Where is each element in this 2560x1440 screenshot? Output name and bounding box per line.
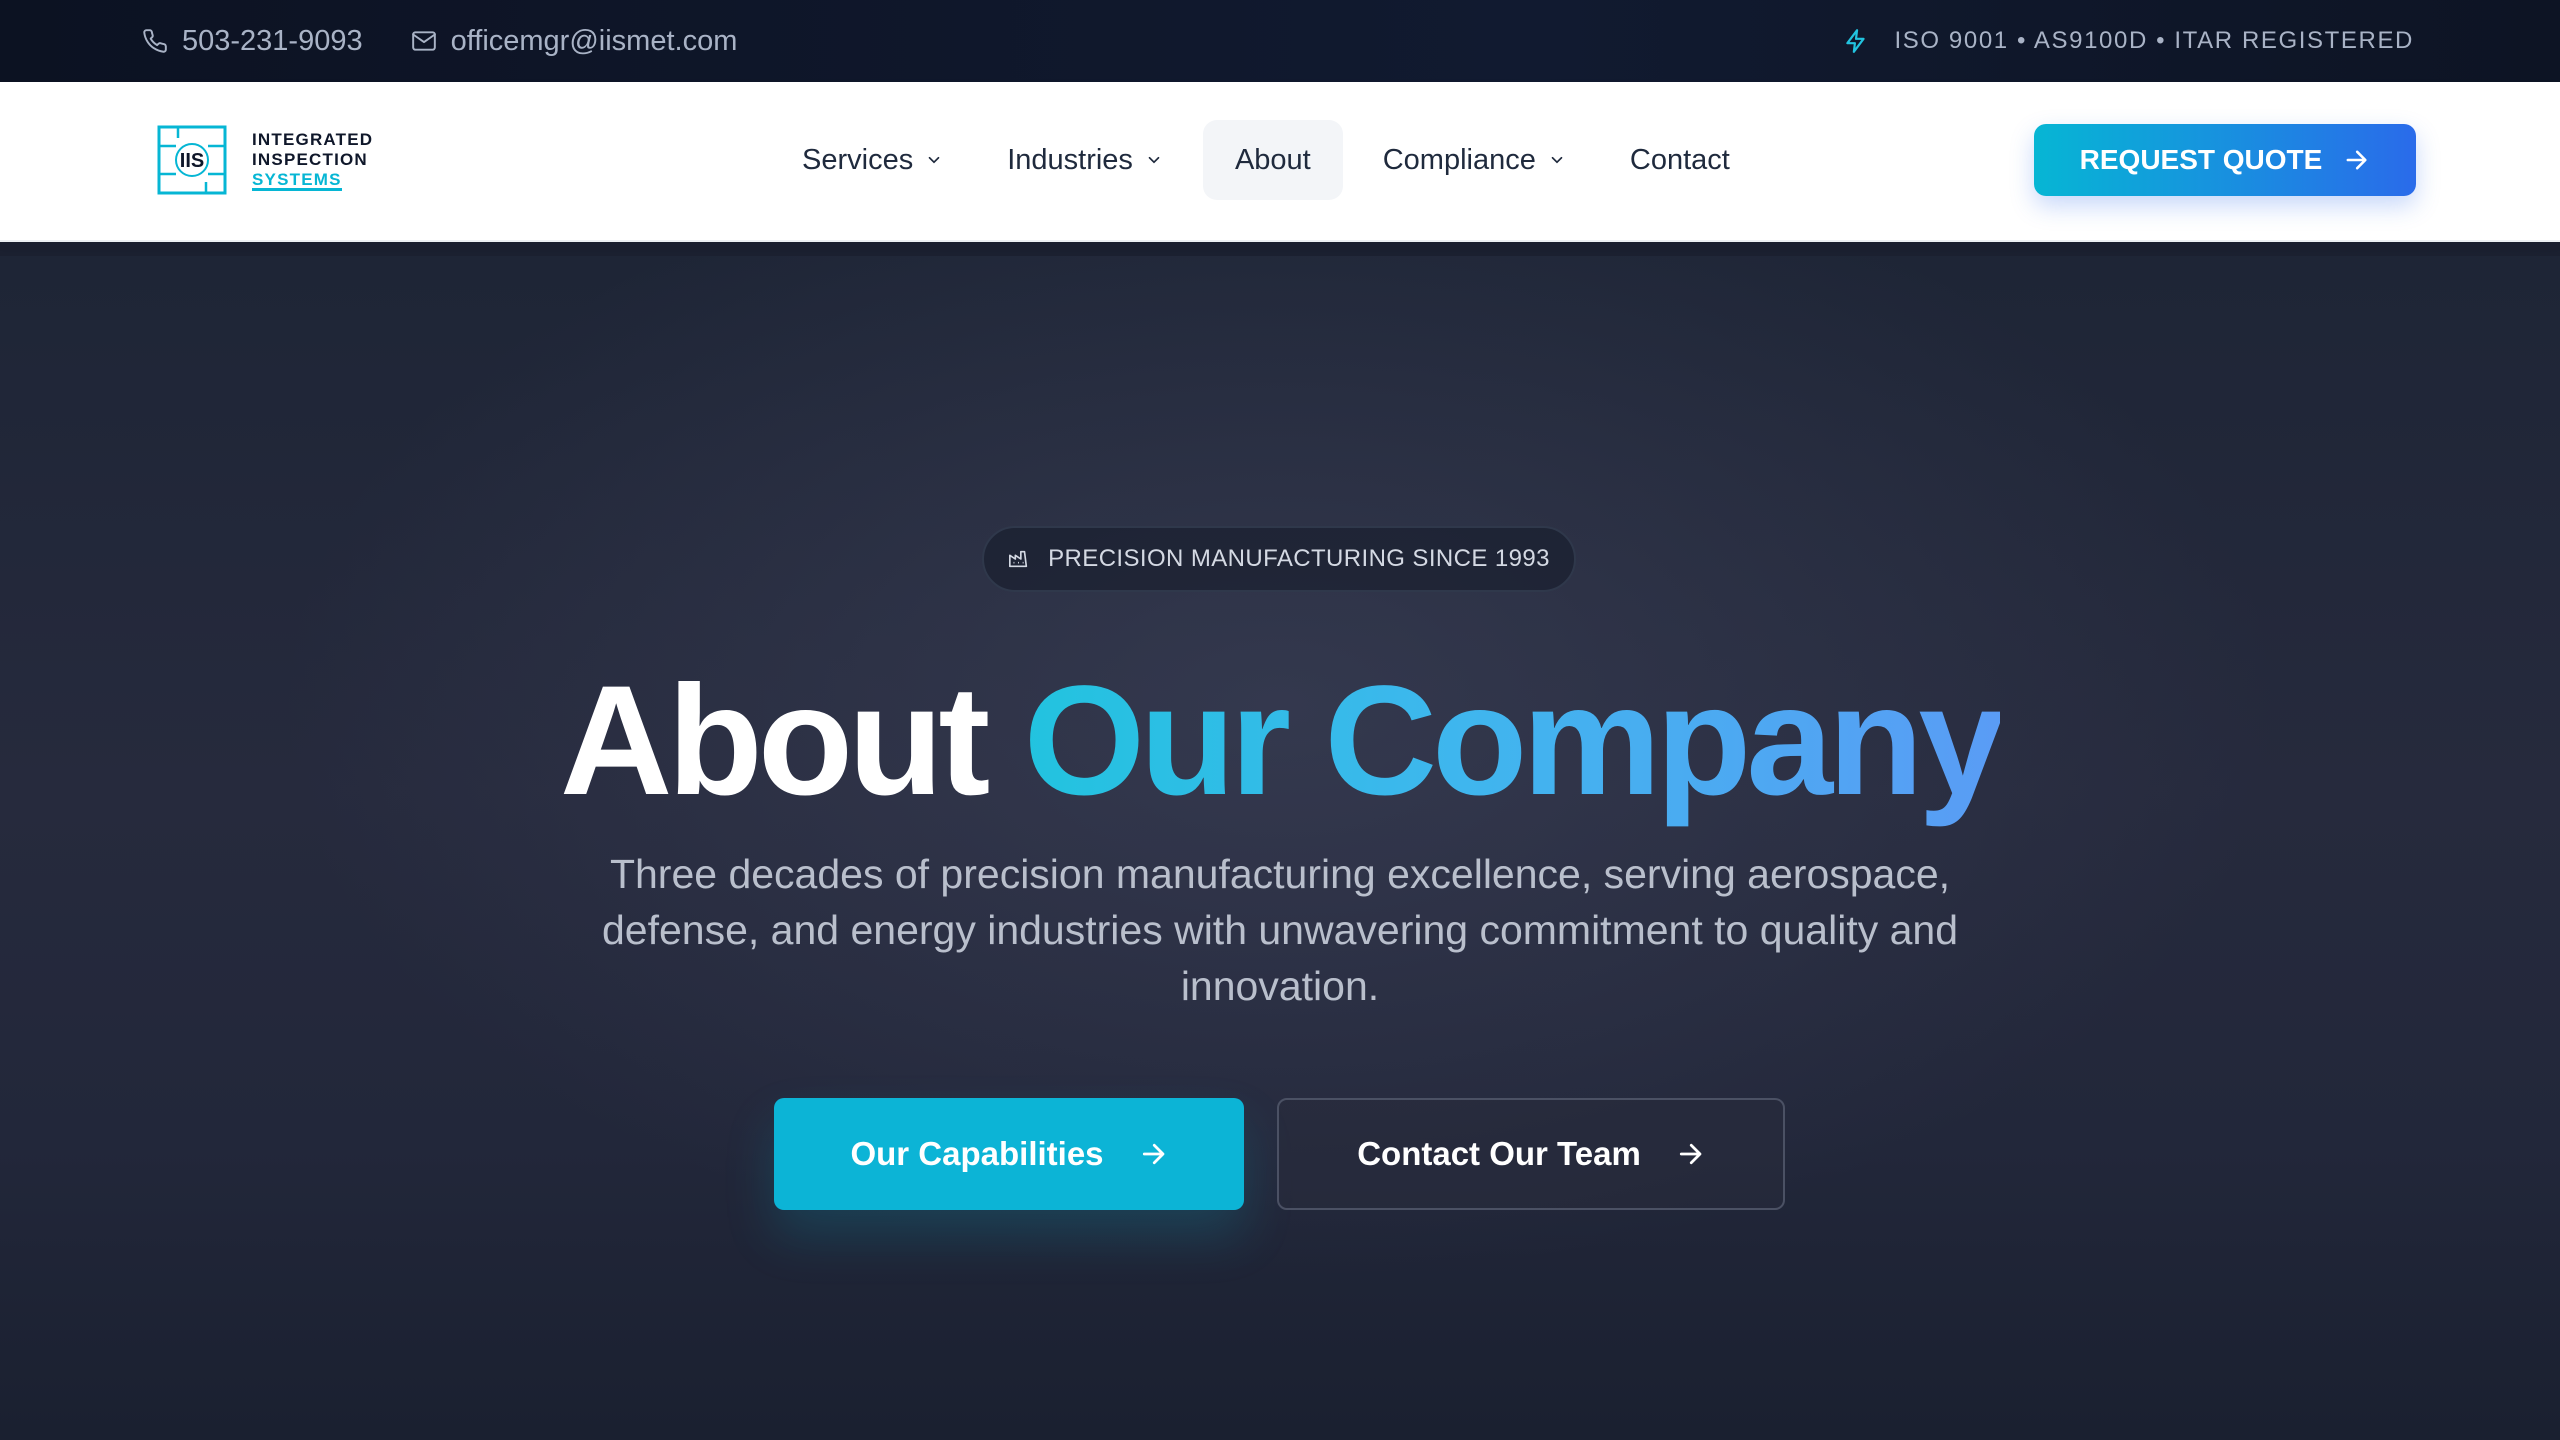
email-link[interactable]: officemgr@iismet.com: [411, 24, 738, 58]
mail-icon: [411, 31, 436, 51]
hero-section: PRECISION MANUFACTURING SINCE 1993 About…: [0, 256, 2560, 1440]
request-quote-label: REQUEST QUOTE: [2079, 144, 2323, 175]
nav-label-services: Services: [802, 143, 914, 176]
hero-title-gradient: Our Company: [1023, 654, 2005, 828]
request-quote-button[interactable]: REQUEST QUOTE: [2034, 124, 2416, 196]
hero-subtitle: Three decades of precision manufacturing…: [601, 851, 1959, 1009]
logo-line-2: INSPECTION: [252, 149, 368, 169]
nav-item-about[interactable]: About: [1202, 120, 1343, 200]
logo-mark-text: IIS: [180, 150, 204, 172]
our-capabilities-label: Our Capabilities: [850, 1135, 1104, 1172]
logo-line-3: SYSTEMS: [252, 169, 342, 191]
factory-icon: [1009, 550, 1028, 568]
chevron-down-icon: [928, 156, 940, 164]
lightning-icon: [1845, 29, 1865, 53]
phone-number: 503-231-9093: [182, 24, 363, 57]
chevron-down-icon: [1551, 156, 1563, 164]
main-navbar: IIS INTEGRATED INSPECTION SYSTEMS Servic…: [0, 82, 2560, 242]
nav-label-compliance: Compliance: [1382, 143, 1536, 176]
hero-badge-text: PRECISION MANUFACTURING SINCE 1993: [1048, 545, 1550, 572]
hero-title: About Our Company: [0, 646, 2560, 836]
phone-link[interactable]: 503-231-9093: [142, 25, 363, 58]
nav-label-about: About: [1234, 143, 1311, 176]
logo-line-1: INTEGRATED: [252, 129, 374, 149]
our-capabilities-button[interactable]: Our Capabilities: [774, 1098, 1244, 1210]
hero-title-white: About: [559, 654, 990, 828]
arrow-right-icon: [2346, 150, 2367, 170]
hero-badge: PRECISION MANUFACTURING SINCE 1993: [982, 526, 1576, 592]
top-info-bar: 503-231-9093 officemgr@iismet.com ISO 90…: [0, 0, 2560, 82]
phone-icon: [143, 29, 167, 53]
nav-item-compliance[interactable]: Compliance: [1351, 120, 1598, 200]
nav-menu: Services Industries About Compliance Con…: [770, 120, 1762, 200]
certifications: ISO 9001 • AS9100D • ITAR REGISTERED: [1843, 0, 2414, 82]
arrow-right-icon: [1142, 1143, 1164, 1165]
logo-wordmark: INTEGRATED INSPECTION SYSTEMS: [252, 130, 373, 191]
contact-info: 503-231-9093 officemgr@iismet.com: [142, 0, 785, 82]
certifications-text: ISO 9001 • AS9100D • ITAR REGISTERED: [1894, 27, 2414, 54]
chevron-down-icon: [1148, 156, 1160, 164]
email-address: officemgr@iismet.com: [450, 24, 738, 57]
nav-item-contact[interactable]: Contact: [1598, 120, 1762, 200]
contact-our-team-label: Contact Our Team: [1357, 1135, 1641, 1172]
nav-label-industries: Industries: [1007, 143, 1133, 176]
logo-mark-icon: IIS: [157, 125, 227, 195]
nav-item-industries[interactable]: Industries: [975, 120, 1195, 200]
nav-item-services[interactable]: Services: [770, 120, 975, 200]
arrow-right-icon: [1679, 1143, 1702, 1165]
contact-our-team-button[interactable]: Contact Our Team: [1277, 1098, 1785, 1210]
nav-label-contact: Contact: [1629, 143, 1730, 176]
company-logo[interactable]: IIS INTEGRATED INSPECTION SYSTEMS: [156, 124, 373, 196]
